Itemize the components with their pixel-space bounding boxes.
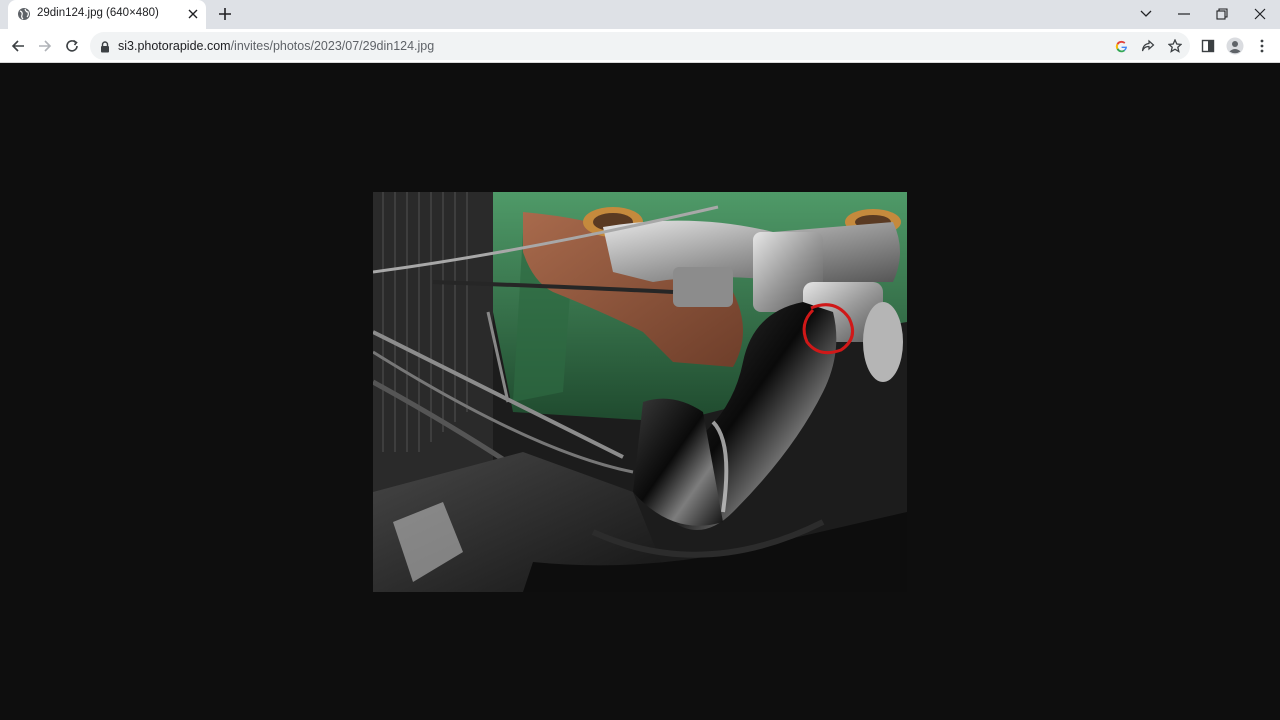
google-icon[interactable]: [1113, 38, 1129, 54]
browser-tab[interactable]: 29din124.jpg (640×480): [8, 0, 206, 29]
engine-photo[interactable]: [373, 192, 907, 592]
url-host: si3.photorapide.com: [118, 39, 231, 53]
arrow-right-icon[interactable]: [35, 36, 55, 56]
arrow-left-icon[interactable]: [8, 36, 28, 56]
tab-title: 29din124.jpg (640×480): [37, 7, 159, 19]
minimize-icon[interactable]: [1174, 4, 1194, 24]
restore-icon[interactable]: [1212, 4, 1232, 24]
url-path: /invites/photos/2023/07/29din124.jpg: [230, 39, 435, 53]
reload-icon[interactable]: [62, 36, 82, 56]
star-icon[interactable]: [1167, 38, 1183, 54]
globe-icon: [17, 7, 31, 21]
url-text: si3.photorapide.com/invites/photos/2023/…: [118, 39, 434, 53]
tab-strip: 29din124.jpg (640×480): [0, 0, 1280, 29]
close-window-icon[interactable]: [1250, 4, 1270, 24]
image-viewer: [0, 64, 1280, 720]
lock-icon[interactable]: [100, 40, 110, 53]
side-panel-icon[interactable]: [1198, 36, 1218, 56]
close-icon[interactable]: [186, 7, 200, 21]
engine-photo-graphic: [373, 192, 907, 592]
profile-icon[interactable]: [1225, 36, 1245, 56]
browser-toolbar: si3.photorapide.com/invites/photos/2023/…: [0, 29, 1280, 63]
kebab-menu-icon[interactable]: [1252, 36, 1272, 56]
chevron-down-icon[interactable]: [1136, 4, 1156, 24]
plus-icon[interactable]: [216, 5, 234, 23]
address-bar[interactable]: si3.photorapide.com/invites/photos/2023/…: [90, 32, 1190, 60]
share-icon[interactable]: [1140, 38, 1156, 54]
